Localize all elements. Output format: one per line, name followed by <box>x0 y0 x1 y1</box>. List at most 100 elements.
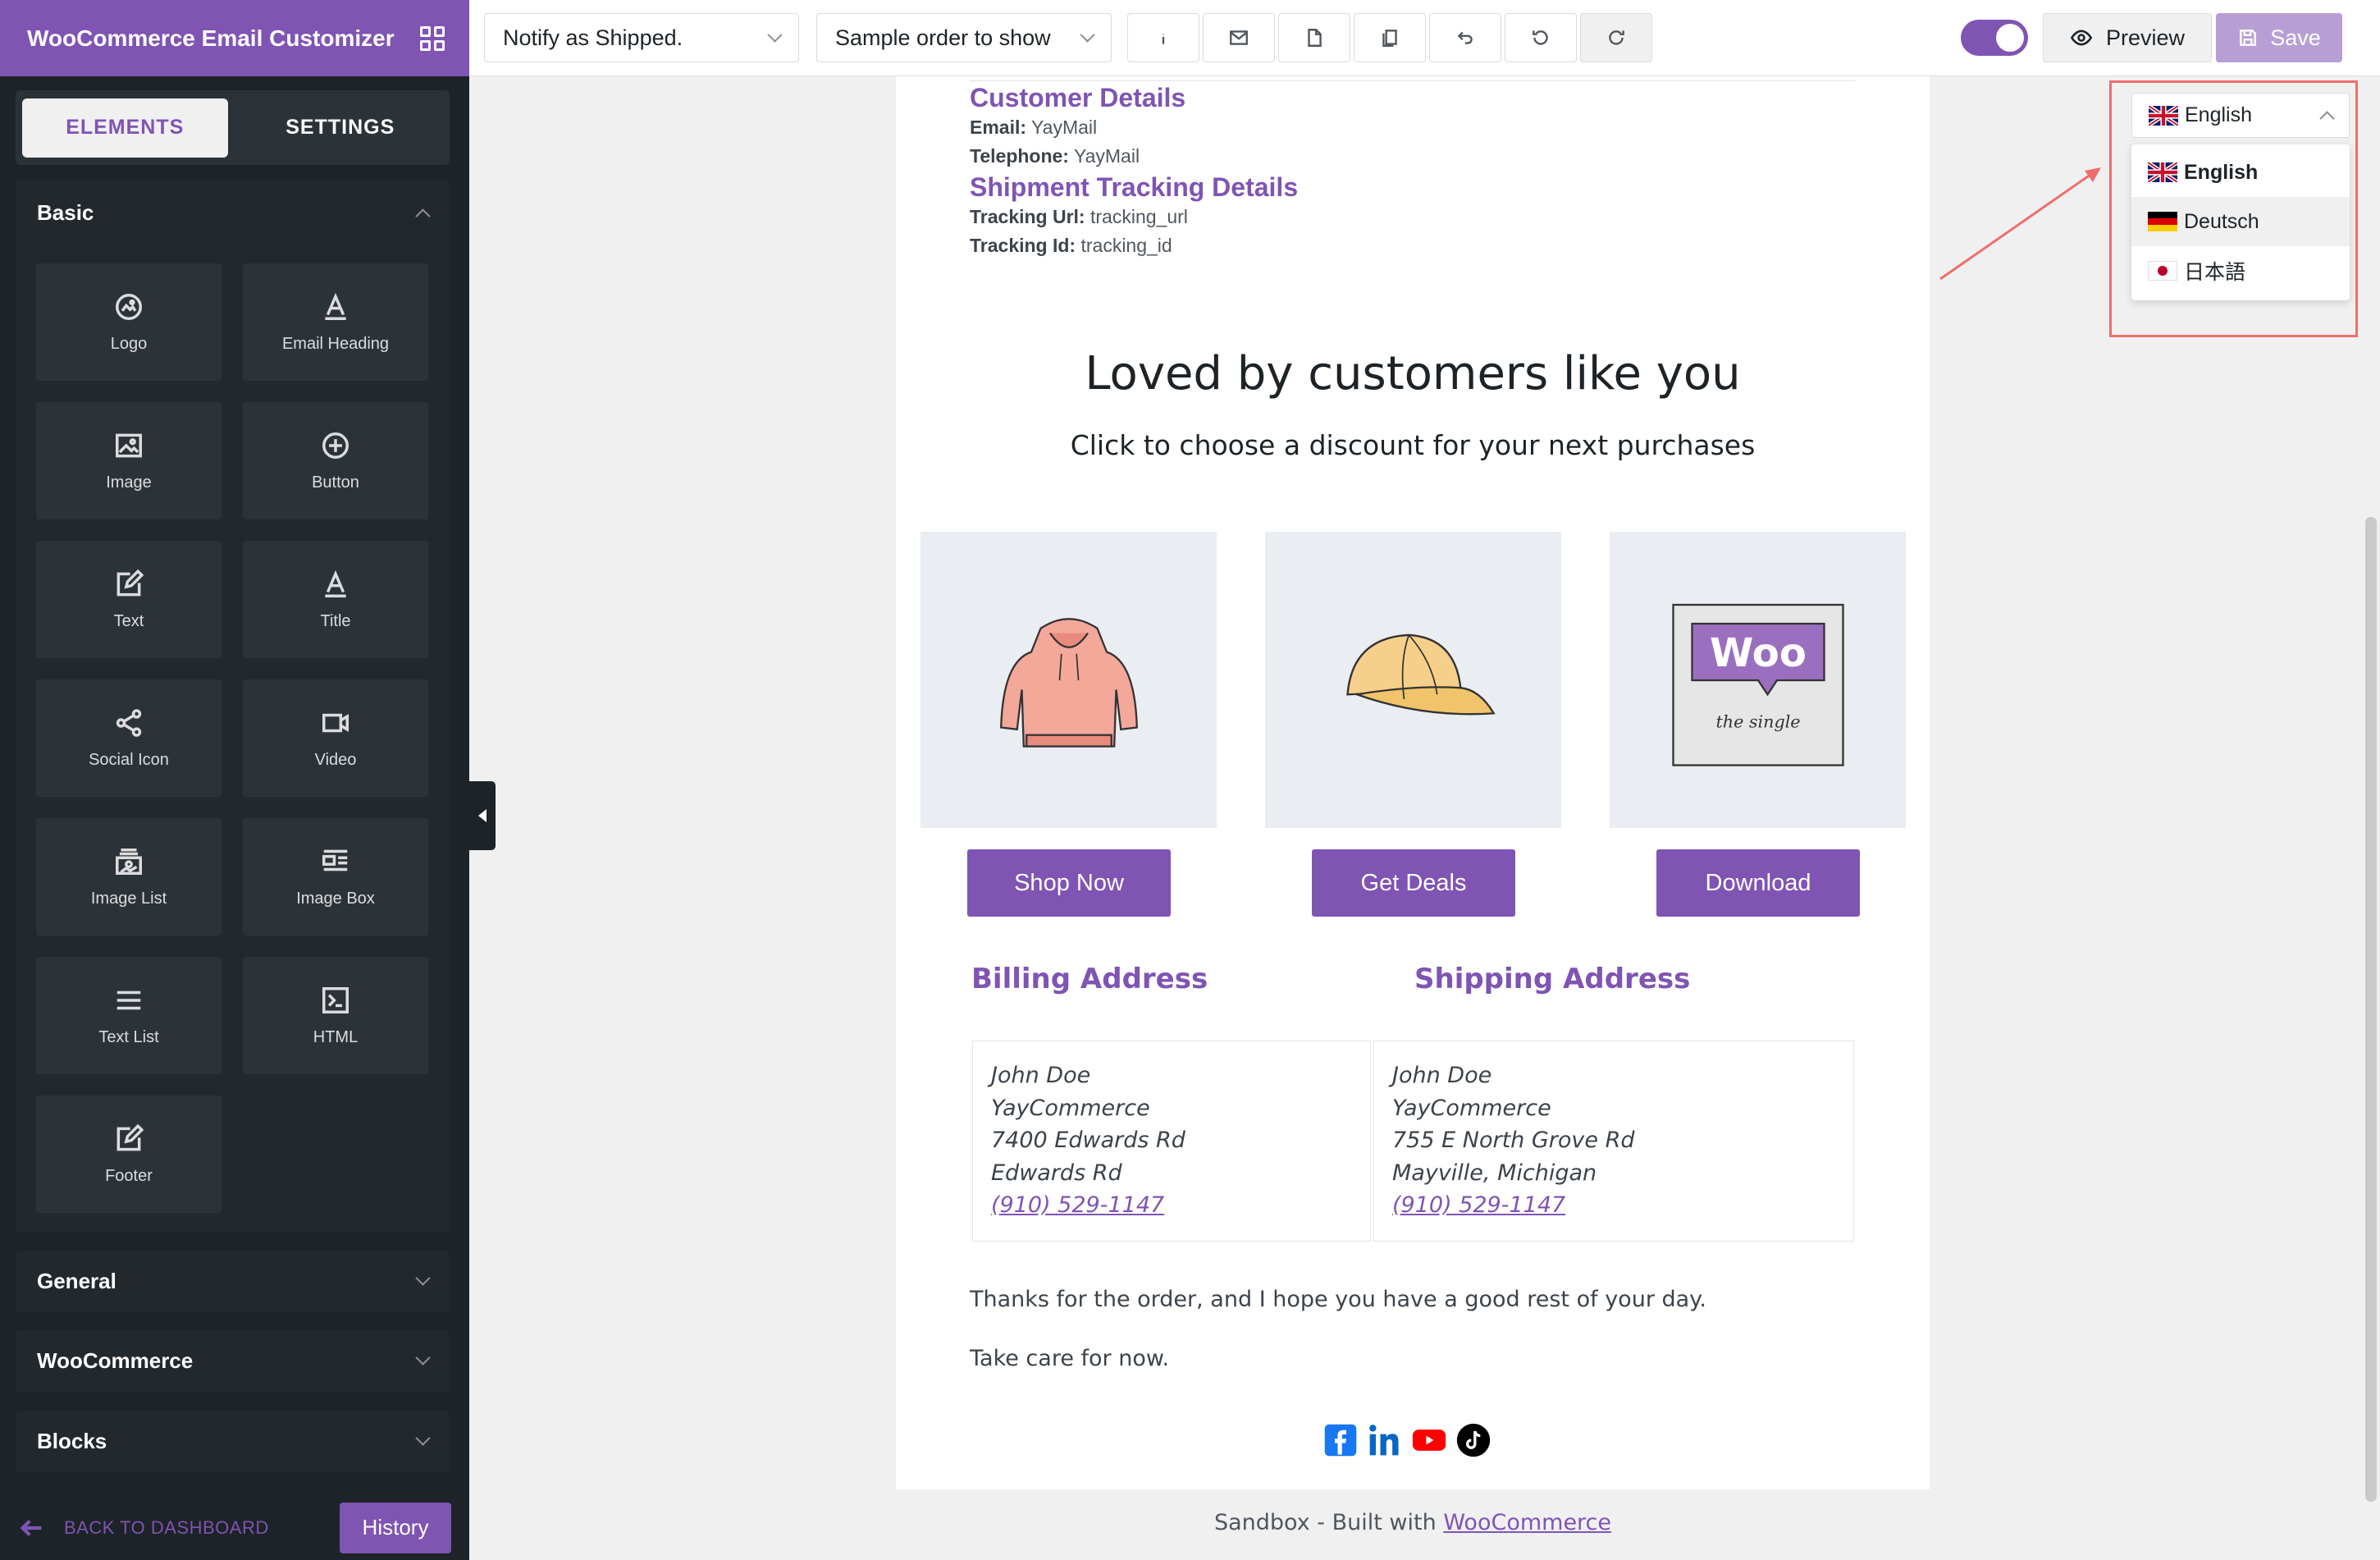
code-icon <box>319 984 352 1017</box>
element-title[interactable]: Title <box>243 541 428 658</box>
eye-icon <box>2070 30 2093 46</box>
element-label: Image <box>106 473 152 492</box>
tab-elements[interactable]: ELEMENTS <box>22 98 228 158</box>
element-image-box[interactable]: Image Box <box>243 818 428 936</box>
hoodie-image[interactable] <box>920 532 1217 828</box>
billing-name: John Doe <box>991 1063 1091 1088</box>
info-button[interactable] <box>1127 13 1199 62</box>
uk-flag-icon <box>2148 162 2177 182</box>
element-image[interactable]: Image <box>36 402 222 519</box>
language-option-label: Deutsch <box>2184 209 2259 233</box>
sample-order-value: Sample order to show <box>835 25 1051 50</box>
copy-icon <box>1382 30 1397 47</box>
save-button[interactable]: Save <box>2216 13 2342 62</box>
element-footer[interactable]: Footer <box>36 1096 222 1213</box>
jp-flag-icon <box>2148 261 2177 281</box>
woocommerce-link[interactable]: WooCommerce <box>1443 1510 1611 1535</box>
tab-settings[interactable]: SETTINGS <box>238 98 444 158</box>
blocks-section[interactable]: Blocks <box>16 1411 450 1472</box>
copy-template-button[interactable] <box>1354 13 1426 62</box>
shipping-address-title: Shipping Address <box>1414 963 1691 995</box>
youtube-icon[interactable] <box>1411 1422 1447 1458</box>
element-button[interactable]: Button <box>243 402 428 519</box>
shipping-phone-link[interactable]: (910) 529-1147 <box>1392 1192 1565 1218</box>
grid-menu-icon[interactable] <box>420 25 445 51</box>
shipping-street: 755 E North Grove Rd <box>1392 1128 1635 1153</box>
element-image-list[interactable]: Image List <box>36 818 222 936</box>
undo-button[interactable] <box>1505 13 1577 62</box>
loved-title[interactable]: Loved by customers like you <box>896 347 1930 400</box>
mail-icon <box>1230 30 1248 45</box>
element-logo[interactable]: Logo <box>36 263 222 381</box>
customer-details[interactable]: Customer Details Email: YayMail Telephon… <box>970 83 1298 260</box>
info-icon <box>1162 34 1165 44</box>
new-template-button[interactable] <box>1278 13 1350 62</box>
scrollbar[interactable] <box>2365 517 2377 1502</box>
back-to-dashboard-link[interactable]: BACK TO DASHBOARD <box>18 1514 269 1542</box>
history-button[interactable]: History <box>340 1502 451 1553</box>
sample-order-select[interactable]: Sample order to show <box>816 13 1112 62</box>
element-label: Social Icon <box>89 751 169 769</box>
linkedin-icon[interactable] <box>1367 1422 1403 1458</box>
billing-city: Edwards Rd <box>991 1160 1122 1186</box>
shop-now-button[interactable]: Shop Now <box>967 849 1171 917</box>
element-label: Title <box>320 612 351 630</box>
redo-button[interactable] <box>1580 13 1652 62</box>
reset-button[interactable] <box>1429 13 1501 62</box>
send-test-email-button[interactable] <box>1203 13 1275 62</box>
get-deals-button[interactable]: Get Deals <box>1312 849 1515 917</box>
shipping-company: YayCommerce <box>1392 1095 1551 1121</box>
language-option-japanese[interactable]: 日本語 <box>2131 246 2350 295</box>
element-label: Text List <box>98 1028 159 1046</box>
woo-album-illustration: Woo the single <box>1671 603 1844 766</box>
app-title: WooCommerce Email Customizer <box>27 25 395 51</box>
element-email-heading[interactable]: Email Heading <box>243 263 428 381</box>
heading-icon <box>319 290 352 323</box>
language-option-deutsch[interactable]: Deutsch <box>2131 197 2350 246</box>
billing-phone-link[interactable]: (910) 529-1147 <box>991 1192 1164 1218</box>
tracking-url-label: Tracking Url: <box>970 206 1085 227</box>
element-text-list[interactable]: Text List <box>36 957 222 1074</box>
element-label: Image List <box>90 890 167 908</box>
tiktok-icon[interactable] <box>1455 1422 1491 1458</box>
chevron-down-icon <box>415 1430 431 1446</box>
facebook-icon[interactable] <box>1322 1422 1359 1458</box>
redo-icon <box>1609 30 1624 45</box>
album-image[interactable]: Woo the single <box>1610 532 1906 828</box>
download-button[interactable]: Download <box>1656 849 1860 917</box>
closing-text-2[interactable]: Take care for now. <box>970 1346 1169 1371</box>
social-icons <box>1322 1422 1491 1458</box>
language-option-label: 日本語 <box>2184 261 2246 284</box>
closing-text-1[interactable]: Thanks for the order, and I hope you hav… <box>970 1287 1706 1312</box>
billing-address[interactable]: John Doe YayCommerce 7400 Edwards Rd Edw… <box>972 1041 1371 1242</box>
cap-image[interactable] <box>1265 532 1561 828</box>
element-label: Footer <box>105 1167 153 1185</box>
element-video[interactable]: Video <box>243 679 428 797</box>
element-text[interactable]: Text <box>36 541 222 658</box>
loved-subtitle[interactable]: Click to choose a discount for your next… <box>896 429 1930 461</box>
blocks-section-title: Blocks <box>37 1429 107 1453</box>
sidebar: WooCommerce Email Customizer ELEMENTS SE… <box>0 0 469 1560</box>
element-html[interactable]: HTML <box>243 957 428 1074</box>
album-text: the single <box>1715 711 1800 731</box>
template-select[interactable]: Notify as Shipped. <box>484 13 799 62</box>
woocommerce-section[interactable]: WooCommerce <box>16 1330 450 1392</box>
button-icon <box>319 429 352 462</box>
general-section[interactable]: General <box>16 1251 450 1312</box>
language-select[interactable]: English <box>2131 93 2350 138</box>
basic-section-header[interactable]: Basic <box>16 180 450 245</box>
back-label: BACK TO DASHBOARD <box>64 1517 269 1538</box>
collapse-sidebar-handle[interactable] <box>469 781 496 850</box>
live-toggle[interactable] <box>1961 20 2028 56</box>
element-social-icon[interactable]: Social Icon <box>36 679 222 797</box>
telephone-label: Telephone: <box>970 145 1069 167</box>
preview-button[interactable]: Preview <box>2043 13 2212 62</box>
shipping-address[interactable]: John Doe YayCommerce 755 E North Grove R… <box>1373 1041 1854 1242</box>
element-label: Image Box <box>296 890 375 908</box>
language-selected-value: English <box>2185 103 2252 126</box>
tracking-id-row: Tracking Id: tracking_id <box>970 231 1298 260</box>
language-option-english[interactable]: English <box>2131 148 2350 197</box>
element-label: Logo <box>110 335 148 353</box>
email-preview: Customer Details Email: YayMail Telephon… <box>896 76 1930 1489</box>
chevron-up-icon <box>2319 111 2335 126</box>
